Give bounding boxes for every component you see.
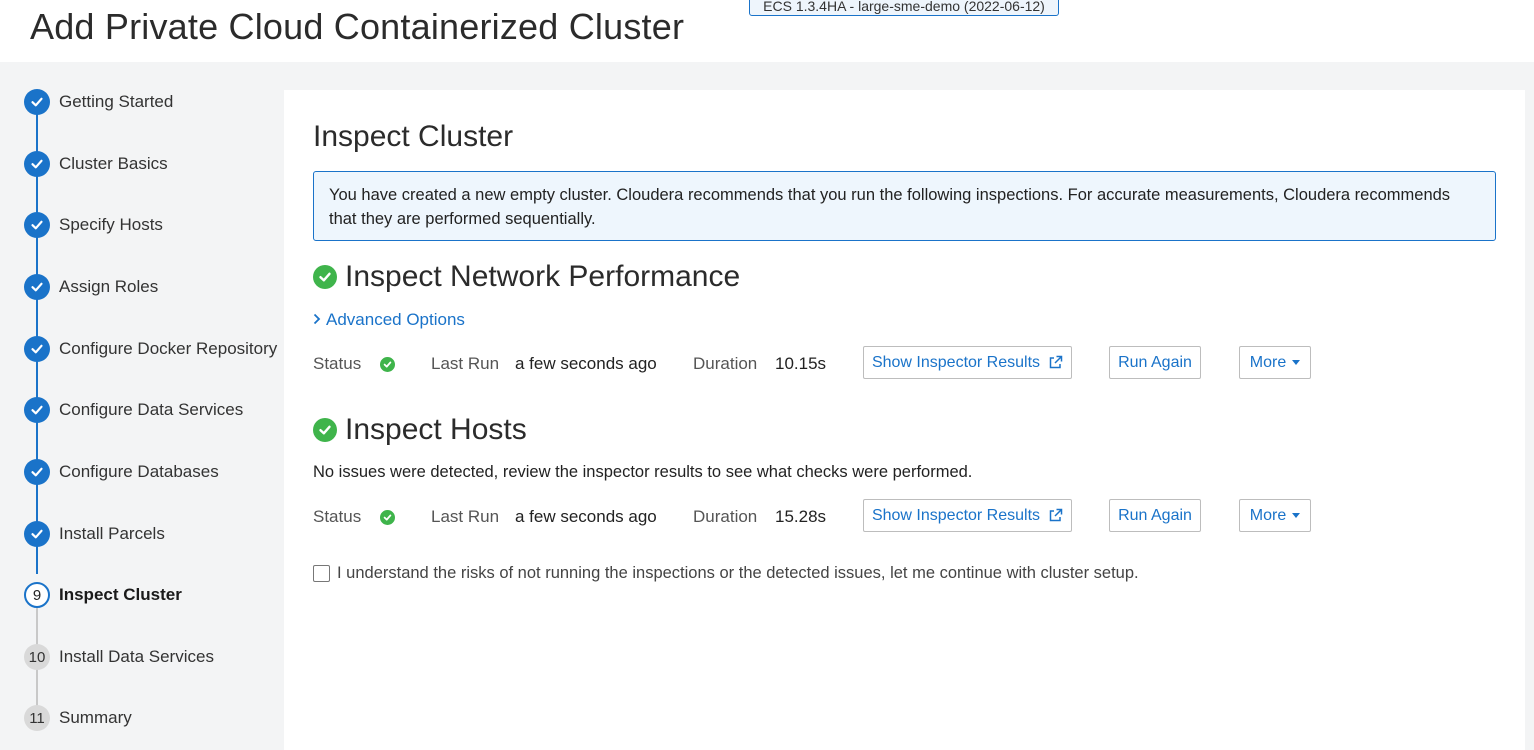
info-alert: You have created a new empty cluster. Cl… [313,171,1496,241]
hosts-inspection-description: No issues were detected, review the insp… [313,463,973,481]
duration-label: Duration [693,507,758,526]
acknowledge-risks-option[interactable]: I understand the risks of not running th… [313,564,1139,583]
step-configure-databases[interactable]: Configure Databases [24,459,219,485]
step-label: Install Parcels [59,524,165,543]
button-label: More [1249,506,1287,524]
advanced-options-toggle[interactable]: Advanced Options [313,310,465,330]
acknowledge-risks-label: I understand the risks of not running th… [337,564,1139,582]
last-run-value: a few seconds ago [515,507,657,526]
step-label: Configure Databases [59,462,219,481]
button-label: More [1249,353,1287,371]
cluster-version-badge: ECS 1.3.4HA - large-sme-demo (2022-06-12… [749,0,1059,16]
success-check-icon [313,265,337,289]
page-title: Add Private Cloud Containerized Cluster [30,6,685,47]
run-hosts-inspection-again-button[interactable]: Run Again [1109,499,1201,532]
last-run-value: a few seconds ago [515,354,657,373]
step-label: Install Data Services [59,647,214,666]
network-inspection-title: Inspect Network Performance [345,260,741,293]
step-assign-roles[interactable]: Assign Roles [24,274,158,300]
step-label: Getting Started [59,92,174,111]
last-run-label: Last Run [431,354,500,373]
step-install-data-services: 10 Install Data Services [24,644,214,670]
caret-down-icon [1292,360,1301,365]
caret-down-icon [1292,513,1301,518]
step-configure-data-services[interactable]: Configure Data Services [24,397,243,423]
duration-value: 15.28s [775,507,827,526]
hosts-inspection-title: Inspect Hosts [345,413,527,446]
check-icon [24,89,50,115]
acknowledge-risks-checkbox[interactable] [313,565,330,582]
check-icon [24,336,50,362]
step-label: Summary [59,708,132,727]
step-install-parcels[interactable]: Install Parcels [24,521,165,547]
step-label: Specify Hosts [59,215,163,234]
hosts-more-dropdown[interactable]: More [1239,499,1311,532]
show-network-inspector-results-button[interactable]: Show Inspector Results [863,346,1072,379]
step-label: Assign Roles [59,277,159,296]
main-panel: Inspect Cluster You have created a new e… [284,90,1525,750]
step-inspect-cluster[interactable]: 9 Inspect Cluster [24,582,182,608]
page-header: Add Private Cloud Containerized Cluster … [0,0,1534,62]
last-run-label: Last Run [431,507,500,526]
network-more-dropdown[interactable]: More [1239,346,1311,379]
network-inspection-heading: Inspect Network Performance [313,260,740,294]
check-icon [24,212,50,238]
external-link-icon [1048,355,1063,370]
step-label: Configure Data Services [59,400,244,419]
status-ok-icon [380,510,395,525]
status-ok-icon [380,357,395,372]
run-network-inspection-again-button[interactable]: Run Again [1109,346,1201,379]
wizard-shell: Getting Started Cluster Basics Specify H… [0,62,1534,750]
button-label: Show Inspector Results [871,506,1041,524]
check-icon [24,151,50,177]
show-hosts-inspector-results-button[interactable]: Show Inspector Results [863,499,1072,532]
external-link-icon [1048,508,1063,523]
step-configure-docker-repository[interactable]: Configure Docker Repository [24,336,277,362]
step-number-badge: 9 [24,582,50,608]
duration-label: Duration [693,354,758,373]
duration-value: 10.15s [775,354,827,373]
step-label: Configure Docker Repository [59,339,278,358]
success-check-icon [313,418,337,442]
step-specify-hosts[interactable]: Specify Hosts [24,212,163,238]
step-cluster-basics[interactable]: Cluster Basics [24,151,168,177]
check-icon [24,274,50,300]
button-label: Show Inspector Results [871,353,1041,371]
wizard-steps-sidebar: Getting Started Cluster Basics Specify H… [0,62,284,750]
advanced-options-label: Advanced Options [326,310,465,329]
step-number-badge: 10 [24,644,50,670]
step-label: Inspect Cluster [59,585,182,604]
step-label: Cluster Basics [59,154,168,173]
status-label: Status [313,507,362,526]
check-icon [24,459,50,485]
chevron-right-icon [313,310,321,330]
status-label: Status [313,354,362,373]
check-icon [24,397,50,423]
hosts-inspection-heading: Inspect Hosts [313,413,527,447]
step-summary: 11 Summary [24,705,132,731]
section-title: Inspect Cluster [313,120,514,153]
check-icon [24,521,50,547]
step-getting-started[interactable]: Getting Started [24,89,173,115]
step-number-badge: 11 [24,705,50,731]
